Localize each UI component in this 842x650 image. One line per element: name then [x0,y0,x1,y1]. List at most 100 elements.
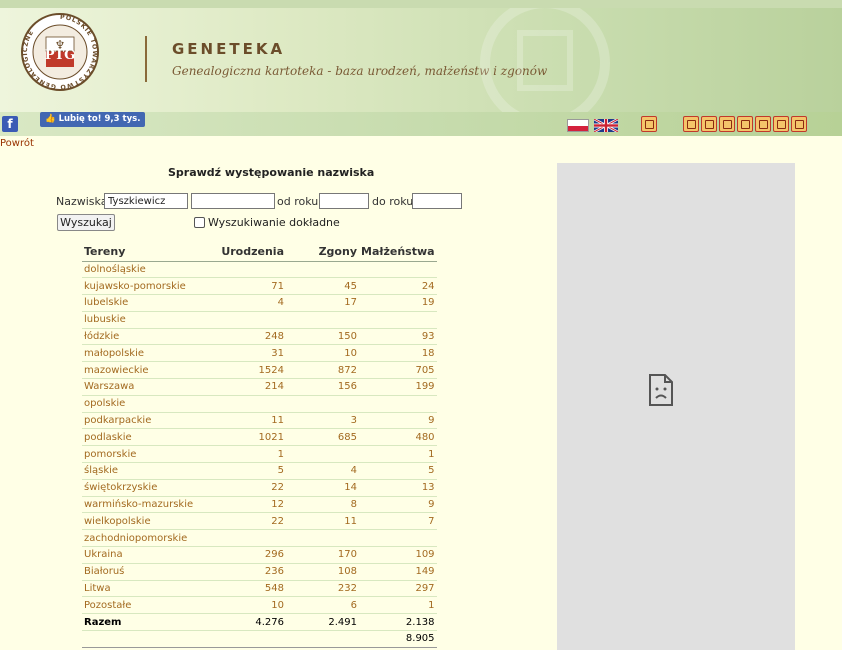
edit-tool-icon[interactable] [737,116,753,132]
marriages-cell[interactable]: 149 [359,563,437,581]
marriages-cell[interactable]: 199 [359,378,437,396]
marriages-cell[interactable]: 9 [359,412,437,430]
header-births[interactable]: Urodzenia [204,243,286,262]
exact-search-checkbox[interactable] [194,217,205,228]
marriages-cell[interactable]: 109 [359,546,437,564]
deaths-cell[interactable]: 11 [286,512,359,531]
marriages-cell[interactable]: 480 [359,428,437,447]
deaths-cell[interactable]: 17 [286,294,359,312]
deaths-cell[interactable]: 8 [286,496,359,514]
region-cell[interactable]: Warszawa [82,378,204,396]
search-tool-icon[interactable] [701,116,717,132]
region-cell[interactable]: Białoruś [82,563,204,581]
region-cell[interactable]: śląskie [82,462,204,480]
births-cell[interactable]: 4 [204,294,286,312]
births-cell[interactable]: 11 [204,412,286,430]
region-cell[interactable]: kujawsko-pomorskie [82,277,204,296]
births-cell[interactable]: 1021 [204,428,286,447]
births-cell[interactable]: 296 [204,546,286,564]
settings-tool-icon[interactable] [755,116,771,132]
births-cell[interactable]: 5 [204,462,286,480]
births-cell[interactable]: 31 [204,344,286,363]
facebook-like-button[interactable]: 👍 Lubię to! 9,3 tys. [40,112,146,127]
births-cell [204,261,286,279]
deaths-cell[interactable]: 872 [286,361,359,380]
person-search-icon[interactable] [773,116,789,132]
logo-divider [145,36,147,82]
header-regions[interactable]: Tereny [82,243,204,262]
marriages-cell[interactable]: 24 [359,277,437,296]
to-year-label: do roku [372,195,414,208]
search-button[interactable]: Wyszukaj [57,214,115,231]
help-tool-icon[interactable] [791,116,807,132]
births-cell[interactable]: 236 [204,563,286,581]
marriages-cell[interactable]: 1 [359,596,437,615]
deaths-cell[interactable]: 685 [286,428,359,447]
births-cell[interactable]: 22 [204,512,286,531]
back-link[interactable]: Powrót [0,138,34,149]
region-cell[interactable]: świętokrzyskie [82,479,204,497]
deaths-cell[interactable]: 232 [286,580,359,598]
deaths-cell[interactable]: 10 [286,344,359,363]
deaths-cell[interactable]: 3 [286,412,359,430]
region-cell[interactable]: dolnośląskie [82,261,204,279]
births-cell[interactable]: 548 [204,580,286,598]
deaths-cell[interactable]: 14 [286,479,359,497]
region-cell[interactable]: pomorskie [82,445,204,464]
births-cell[interactable]: 248 [204,328,286,346]
region-cell[interactable]: wielkopolskie [82,512,204,531]
deaths-cell[interactable]: 150 [286,328,359,346]
region-cell[interactable]: mazowieckie [82,361,204,380]
deaths-cell[interactable]: 170 [286,546,359,564]
region-cell[interactable]: podkarpackie [82,412,204,430]
table-row: dolnośląskie [82,261,437,279]
marriages-cell[interactable]: 93 [359,328,437,346]
marriages-cell[interactable]: 9 [359,496,437,514]
toolbar: f 👍 Lubię to! 9,3 tys. [0,112,842,136]
surname2-input[interactable] [191,193,275,209]
region-cell[interactable]: podlaskie [82,428,204,447]
region-cell[interactable]: zachodniopomorskie [82,529,204,548]
marriages-cell[interactable]: 705 [359,361,437,380]
births-cell[interactable]: 10 [204,596,286,615]
deaths-cell[interactable]: 108 [286,563,359,581]
list-tool-icon[interactable] [719,116,735,132]
marriages-cell[interactable]: 18 [359,344,437,363]
marriages-cell[interactable]: 19 [359,294,437,312]
ptg-seal-logo[interactable]: POLSKIE TOWARZYSTWO GENEALOGICZNE PTG ♆ [20,12,100,92]
region-cell[interactable]: lubuskie [82,311,204,329]
region-cell[interactable]: łódzkie [82,328,204,346]
region-cell[interactable]: lubelskie [82,294,204,312]
deaths-cell[interactable]: 156 [286,378,359,396]
facebook-icon[interactable]: f [2,116,18,132]
marriages-cell[interactable]: 5 [359,462,437,480]
deaths-cell[interactable]: 6 [286,596,359,615]
header-deaths[interactable]: Zgony [286,243,359,262]
births-cell[interactable]: 1 [204,445,286,464]
births-cell[interactable]: 214 [204,378,286,396]
region-cell[interactable]: warmińsko-mazurskie [82,496,204,514]
pl-flag-icon[interactable] [567,119,589,132]
marriages-cell[interactable]: 1 [359,445,437,464]
deaths-cell[interactable]: 45 [286,277,359,296]
header-marriages[interactable]: Małżeństwa [359,243,437,262]
births-cell[interactable]: 22 [204,479,286,497]
en-flag-icon[interactable] [594,119,618,132]
region-cell[interactable]: małopolskie [82,344,204,363]
surname-input[interactable] [104,193,188,209]
tool-icon-1[interactable] [683,116,699,132]
deaths-cell[interactable]: 4 [286,462,359,480]
marriages-cell[interactable]: 7 [359,512,437,531]
births-cell[interactable]: 12 [204,496,286,514]
from-year-input[interactable] [319,193,369,209]
region-cell[interactable]: Pozostałe [82,596,204,615]
births-cell[interactable]: 1524 [204,361,286,380]
home-icon[interactable] [641,116,657,132]
region-cell[interactable]: Ukraina [82,546,204,564]
marriages-cell[interactable]: 297 [359,580,437,598]
marriages-cell[interactable]: 13 [359,479,437,497]
births-cell[interactable]: 71 [204,277,286,296]
region-cell[interactable]: Litwa [82,580,204,598]
region-cell[interactable]: opolskie [82,395,204,413]
to-year-input[interactable] [412,193,462,209]
